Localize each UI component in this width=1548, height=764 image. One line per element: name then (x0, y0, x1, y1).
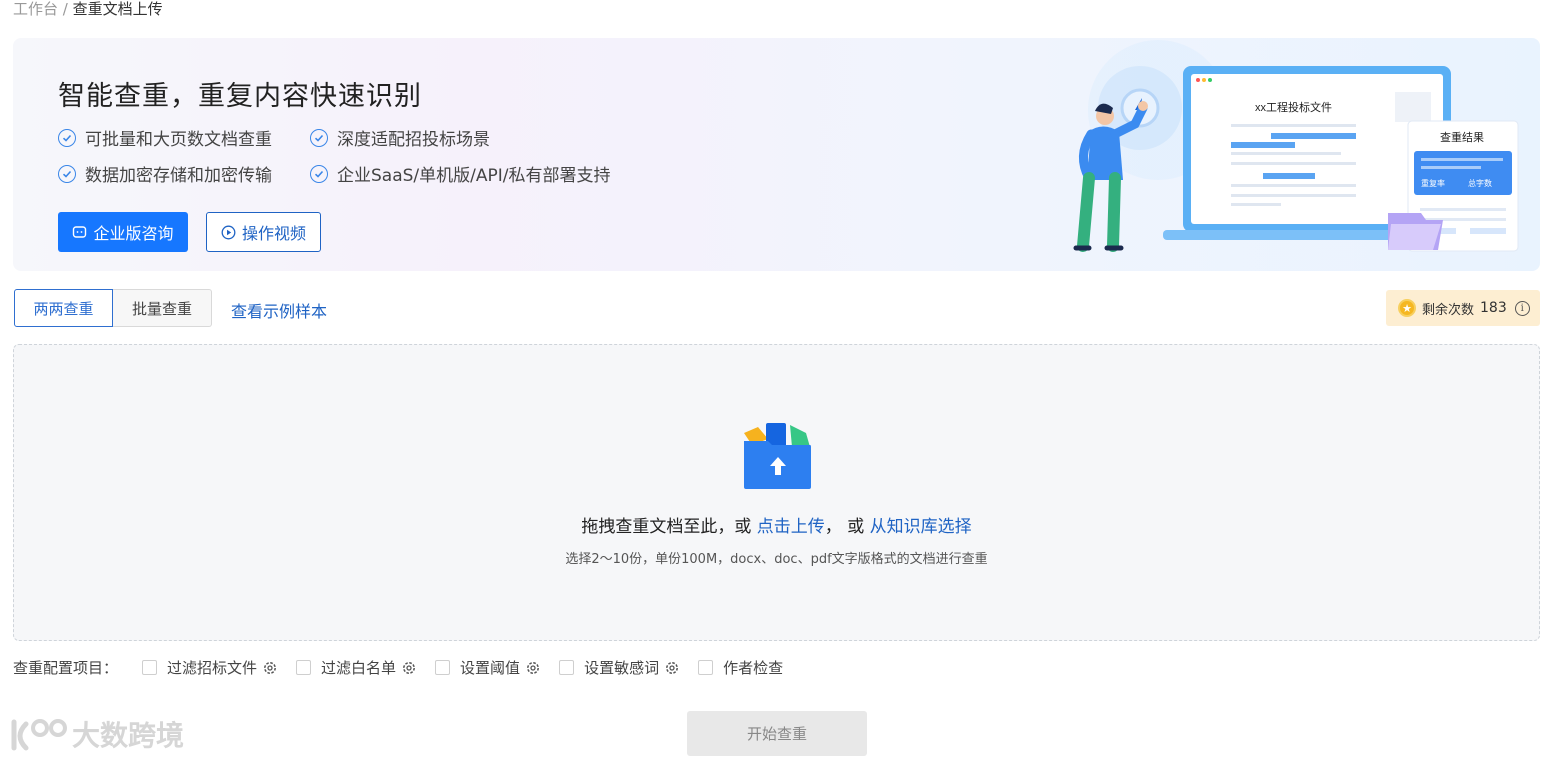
filter-whitelist-label[interactable]: 过滤白名单 (321, 657, 396, 678)
check-circle-icon (58, 164, 76, 183)
feature-label: 数据加密存储和加密传输 (85, 166, 272, 186)
breadcrumb-separator: / (58, 0, 73, 18)
threshold-label[interactable]: 设置阈值 (460, 657, 520, 678)
config-sensitive-words: 设置敏感词 (559, 657, 680, 678)
play-circle-icon (221, 225, 236, 239)
remaining-count-badge: ★ 剩余次数 183 i (1386, 290, 1540, 326)
enterprise-consult-button[interactable]: 企业版咨询 (58, 212, 188, 252)
tab-pairwise-check[interactable]: 两两查重 (14, 289, 113, 327)
feature-item: 企业SaaS/单机版/API/私有部署支持 (310, 161, 611, 186)
feature-item: 可批量和大页数文档查重 (58, 125, 272, 150)
coin-icon: ★ (1398, 299, 1416, 317)
author-check-label[interactable]: 作者检查 (723, 657, 783, 678)
select-from-library-link[interactable]: 从知识库选择 (870, 517, 972, 537)
chat-icon (73, 225, 87, 238)
illustration-result-rate: 重复率 (1421, 178, 1445, 188)
feature-label: 企业SaaS/单机版/API/私有部署支持 (337, 166, 611, 186)
config-author-check: 作者检查 (698, 657, 783, 678)
check-circle-icon (310, 164, 328, 183)
remaining-label: 剩余次数 (1422, 302, 1475, 318)
feature-label: 可批量和大页数文档查重 (85, 130, 272, 150)
gear-icon[interactable] (525, 660, 541, 676)
illustration-result-words: 总字数 (1468, 178, 1492, 188)
remaining-count: 183 (1480, 300, 1507, 316)
gear-icon[interactable] (664, 660, 680, 676)
breadcrumb: 工作台 / 查重文档上传 (13, 0, 163, 18)
feature-item: 数据加密存储和加密传输 (58, 161, 272, 186)
sensitive-words-label[interactable]: 设置敏感词 (584, 657, 659, 678)
feature-item: 深度适配招投标场景 (310, 125, 490, 150)
promo-banner: 智能查重，重复内容快速识别 可批量和大页数文档查重 深度适配招投标场景 数据加密… (13, 38, 1540, 271)
config-filter-whitelist: 过滤白名单 (296, 657, 417, 678)
watermark: 大数跨境 (10, 714, 184, 754)
sensitive-words-checkbox[interactable] (559, 660, 575, 675)
threshold-checkbox[interactable] (435, 660, 451, 675)
upload-dropzone[interactable]: 拖拽查重文档至此，或 点击上传， 或 从知识库选择 选择2～10份，单份100M… (13, 344, 1540, 641)
info-icon[interactable]: i (1514, 300, 1530, 316)
breadcrumb-root[interactable]: 工作台 (13, 0, 58, 18)
upload-folder-icon (744, 423, 811, 489)
click-upload-link[interactable]: 点击上传 (757, 517, 825, 537)
check-mode-tabs: 两两查重 批量查重 (14, 289, 212, 327)
view-sample-link[interactable]: 查看示例样本 (231, 298, 327, 322)
dropzone-text-middle: ， 或 (824, 517, 870, 537)
banner-illustration: xx工程投标文件 查重结果 重复率 总字数 (1073, 40, 1519, 252)
feature-label: 深度适配招投标场景 (337, 130, 490, 150)
filter-tender-label[interactable]: 过滤招标文件 (167, 657, 257, 678)
config-filter-tender: 过滤招标文件 (142, 657, 278, 678)
dropzone-instruction: 拖拽查重文档至此，或 点击上传， 或 从知识库选择 (14, 512, 1539, 537)
watermark-text: 大数跨境 (72, 719, 185, 752)
banner-title: 智能查重，重复内容快速识别 (58, 81, 422, 112)
gear-icon[interactable] (262, 660, 278, 676)
config-label: 查重配置项目： (13, 659, 119, 677)
tutorial-video-button[interactable]: 操作视频 (206, 212, 321, 252)
config-threshold: 设置阈值 (435, 657, 541, 678)
start-check-button[interactable]: 开始查重 (687, 711, 867, 756)
check-config-row: 查重配置项目： 过滤招标文件 过滤白名单 设置阈值 设置敏感词 作者检查 (13, 657, 801, 678)
enterprise-consult-label: 企业版咨询 (93, 224, 174, 243)
watermark-logo-icon (11, 719, 67, 751)
filter-tender-checkbox[interactable] (142, 660, 158, 675)
tutorial-video-label: 操作视频 (241, 224, 306, 243)
check-circle-icon (58, 128, 76, 147)
gear-icon[interactable] (401, 660, 417, 676)
filter-whitelist-checkbox[interactable] (296, 660, 312, 675)
tab-batch-check[interactable]: 批量查重 (113, 289, 212, 327)
dropzone-text-prefix: 拖拽查重文档至此，或 (581, 517, 757, 537)
dropzone-hint: 选择2～10份，单份100M，docx、doc、pdf文字版格式的文档进行查重 (565, 552, 988, 567)
breadcrumb-current: 查重文档上传 (72, 0, 163, 18)
illustration-result-title: 查重结果 (1440, 130, 1484, 144)
author-check-checkbox[interactable] (698, 660, 714, 675)
check-circle-icon (310, 128, 328, 147)
illustration-doc-title: xx工程投标文件 (1255, 100, 1332, 114)
